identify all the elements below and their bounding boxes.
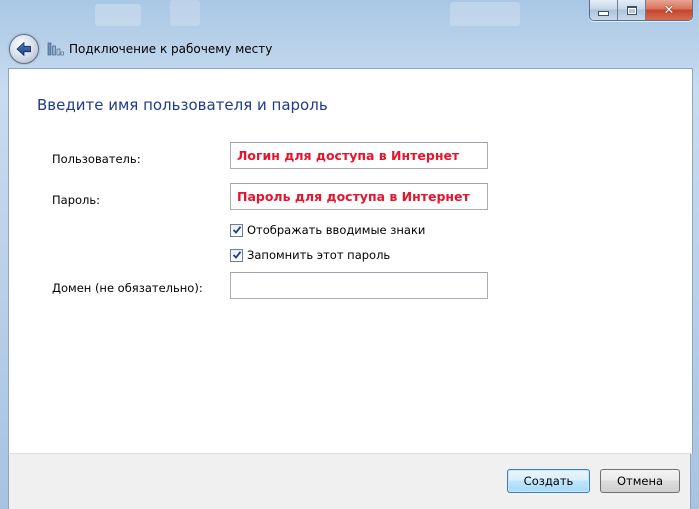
minimize-icon [598, 10, 609, 16]
checkmark-icon [232, 226, 241, 234]
checkmark-icon [232, 251, 241, 259]
network-connection-icon [47, 41, 65, 57]
password-input[interactable] [230, 183, 488, 210]
show-chars-checkbox[interactable] [230, 223, 243, 237]
back-button[interactable] [9, 34, 39, 64]
cancel-button[interactable]: Отмена [600, 469, 680, 493]
maximize-button[interactable] [617, 0, 645, 20]
show-chars-option[interactable]: Отображать вводимые знаки [230, 223, 425, 237]
domain-label: Домен (не обязательно): [52, 281, 203, 295]
close-button[interactable]: ✕ [645, 0, 692, 20]
navigation-bar: Подключение к рабочему месту [0, 30, 699, 68]
window-title: Подключение к рабочему месту [69, 42, 273, 56]
minimize-button[interactable] [590, 0, 617, 20]
create-button[interactable]: Создать [507, 469, 590, 493]
remember-password-option[interactable]: Запомнить этот пароль [230, 248, 390, 262]
maximize-icon [626, 5, 637, 15]
username-label: Пользователь: [52, 152, 141, 166]
back-arrow-icon [16, 41, 31, 57]
dialog-window: ✕ Подключение к рабочему месту Введите и… [0, 0, 699, 509]
content-panel: Введите имя пользователя и пароль Пользо… [8, 68, 693, 454]
title-bar[interactable]: ✕ [0, 0, 699, 30]
domain-input[interactable] [230, 272, 488, 299]
remember-password-label: Запомнить этот пароль [247, 248, 391, 262]
close-icon: ✕ [663, 2, 675, 18]
page-heading: Введите имя пользователя и пароль [37, 96, 328, 114]
button-bar: Создать Отмена [8, 453, 691, 509]
remember-password-checkbox[interactable] [230, 248, 243, 262]
show-chars-label: Отображать вводимые знаки [247, 223, 426, 237]
username-input[interactable] [230, 142, 488, 169]
password-label: Пароль: [52, 193, 101, 207]
caption-buttons: ✕ [589, 0, 693, 21]
